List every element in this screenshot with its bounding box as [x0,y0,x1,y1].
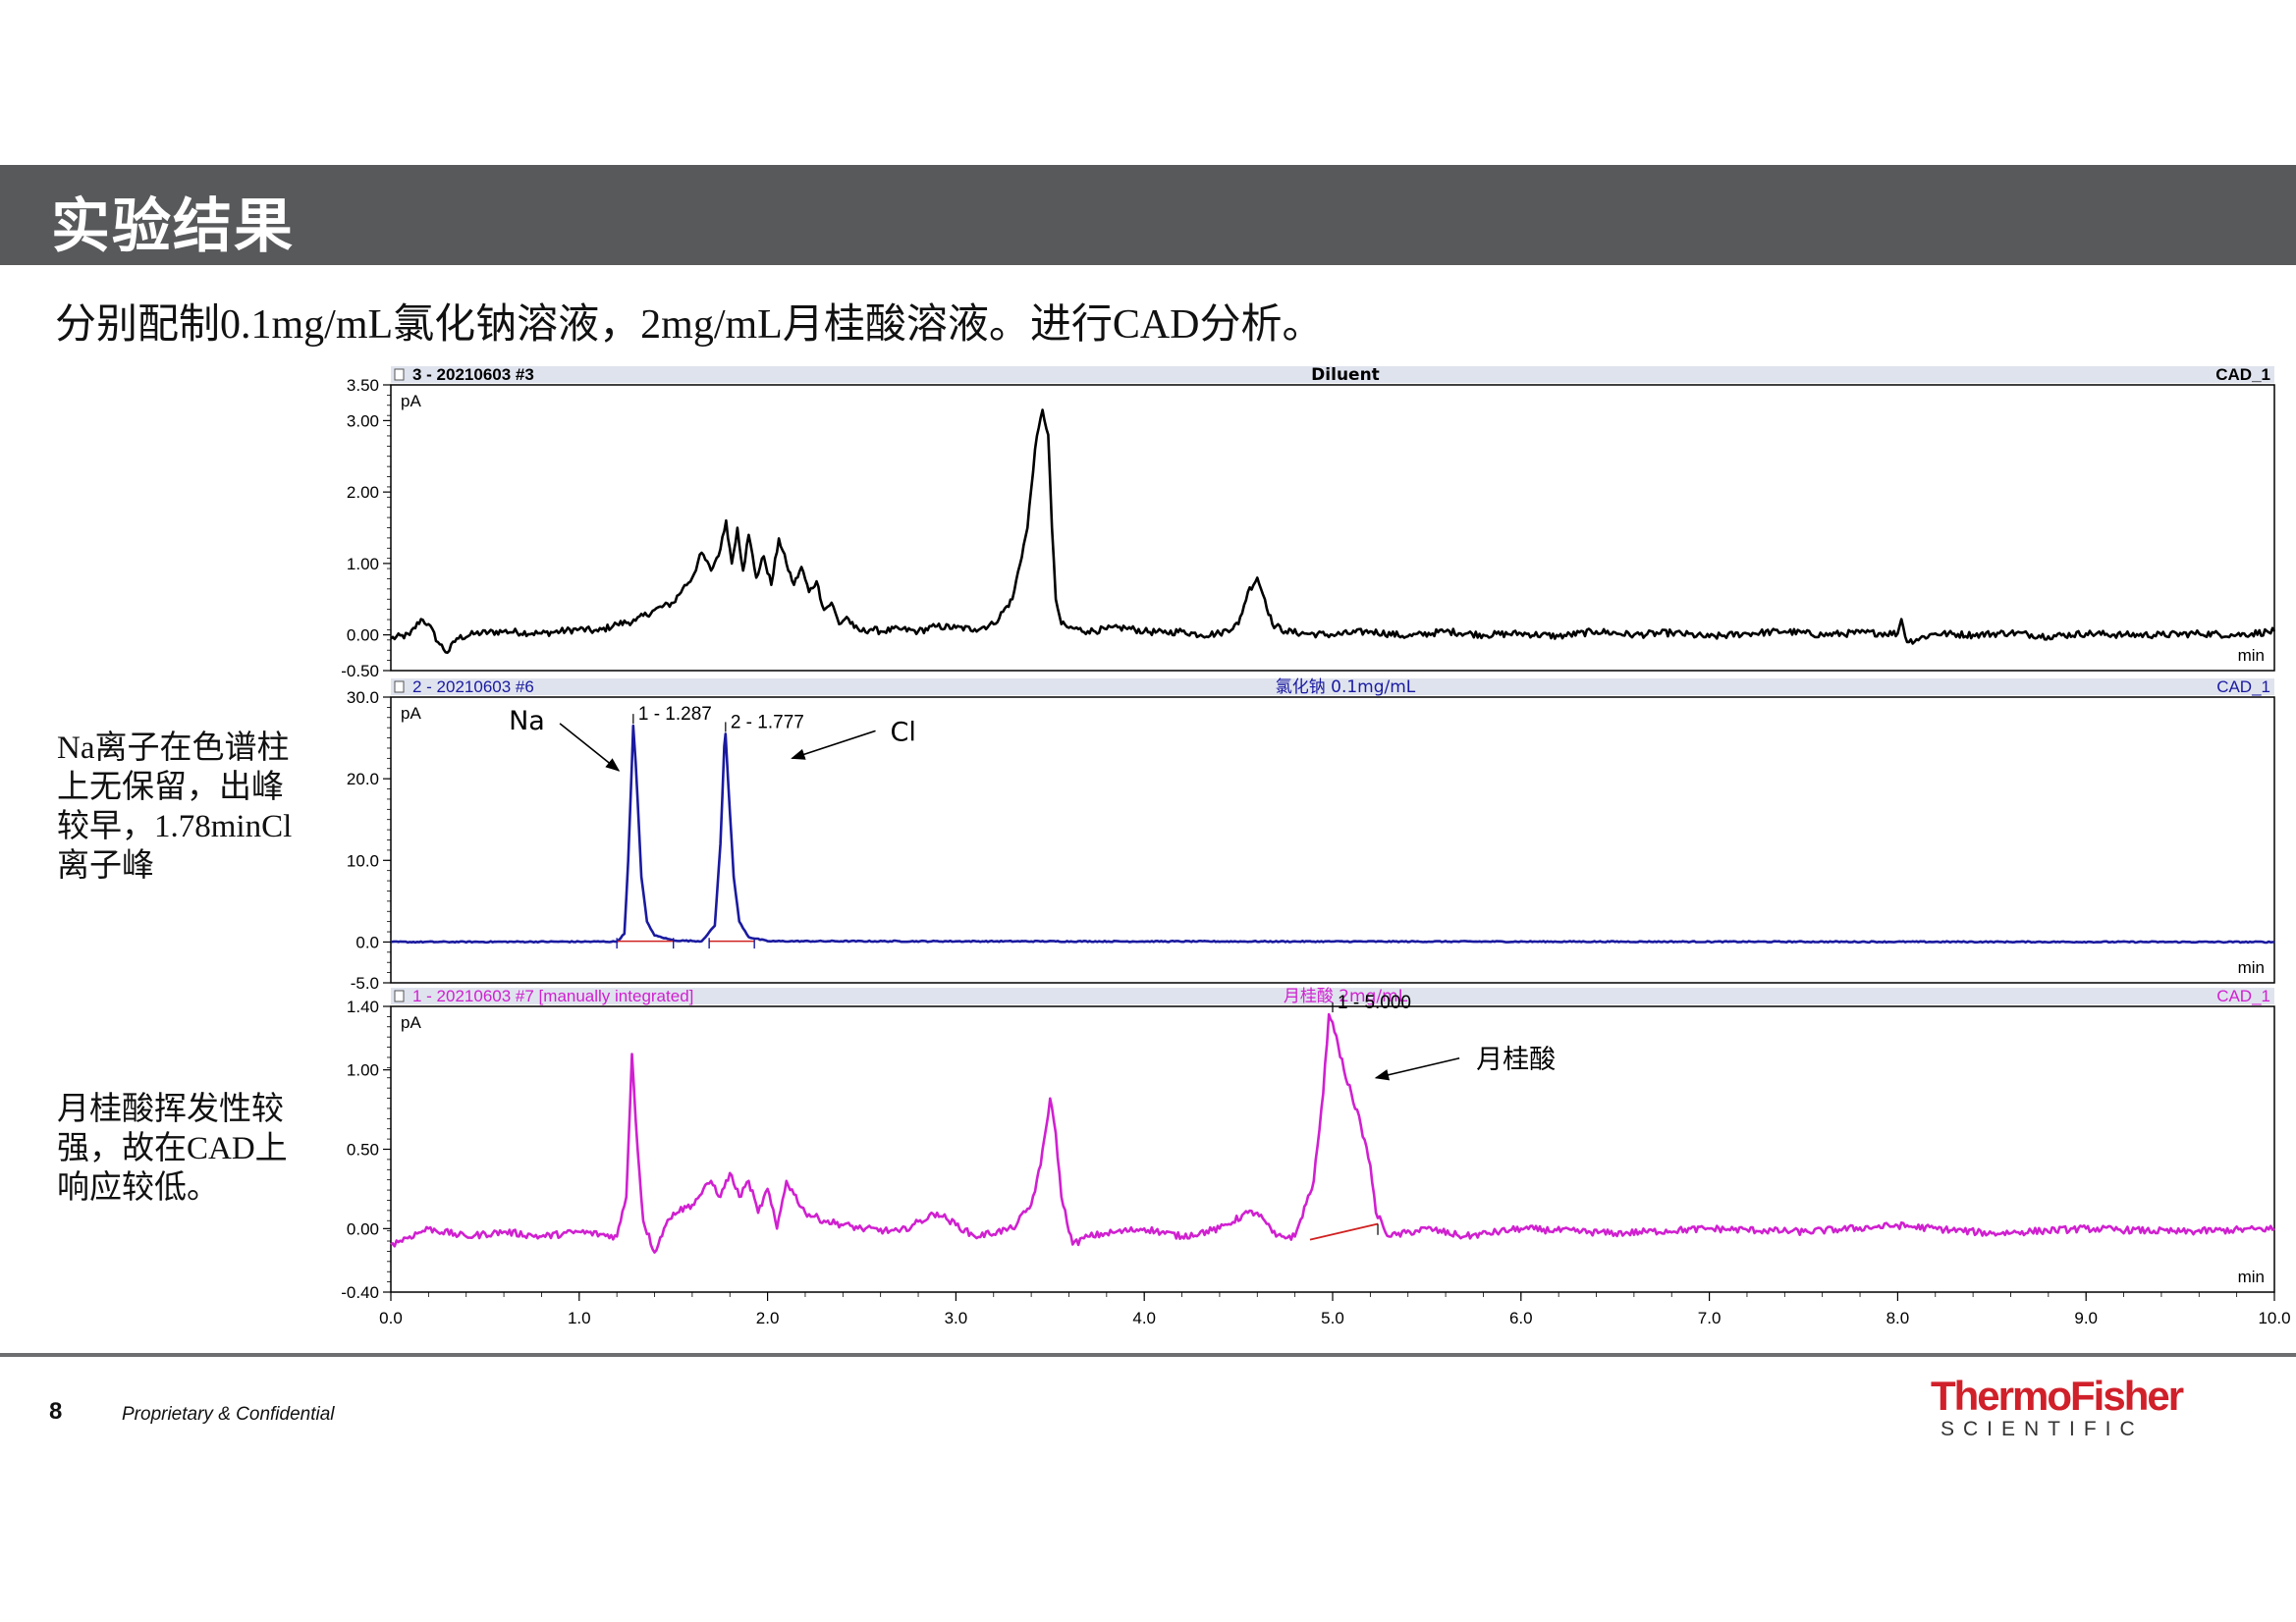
y-axis-label: pA [401,392,421,410]
panel-header-left: 1 - 20210603 #7 [manually integrated] [412,987,693,1005]
annotation-label: Cl [891,717,916,747]
x-tick-label: 4.0 [1132,1309,1156,1327]
y-tick-label: 1.00 [347,555,379,573]
y-tick-label: -0.40 [341,1283,379,1302]
x-axis-label: min [2238,646,2265,665]
y-tick-label: 0.00 [347,1219,379,1238]
page-number: 8 [49,1398,63,1425]
thermo-fisher-logo-sub: SCIENTIFIC [1941,1418,2144,1440]
y-tick-label: 3.50 [347,376,379,395]
annotation-label: Na [509,706,545,736]
x-tick-label: 7.0 [1698,1309,1722,1327]
panel-header-right: CAD_1 [2216,677,2270,696]
chromatogram-chart: 3 - 20210603 #3 Diluent CAD_1 3.50 3.00 2.00 1… [341,365,2290,1327]
y-tick-label: 0.0 [355,933,379,951]
panel-header-right: CAD_1 [2215,365,2270,384]
chromatogram-icon [394,680,405,693]
y-axis-label: pA [401,1013,421,1032]
confidential-label: Proprietary & Confidential [122,1404,335,1425]
y-tick-label: 2.00 [347,483,379,502]
peak-label: 1 - 1.287 [638,704,712,725]
footer-divider [0,1353,2296,1357]
panel-header-center: 氯化钠 0.1mg/mL [1276,677,1416,697]
x-tick-label: 0.0 [379,1309,403,1327]
y-tick-label: 20.0 [347,770,379,788]
x-tick-label: 8.0 [1886,1309,1910,1327]
peak-label: 1 - 5.000 [1338,993,1411,1013]
x-axis-label: min [2238,958,2265,977]
x-tick-label: 2.0 [756,1309,780,1327]
peak-label: 2 - 1.777 [731,712,804,732]
y-tick-label: 0.00 [347,626,379,645]
plot-frame [390,384,2275,672]
plot-frame [390,1005,2275,1293]
chromatogram-panel-3: 1 - 20210603 #7 [manually integrated] 月桂酸… [341,987,2290,1327]
x-tick-label: 6.0 [1509,1309,1533,1327]
chromatogram-panel-1: 3 - 20210603 #3 Diluent CAD_1 3.50 3.00 2.00 1… [341,365,2276,680]
x-tick-label: 9.0 [2074,1309,2098,1327]
panel-header-left: 3 - 20210603 #3 [412,365,534,384]
y-tick-label: 1.00 [347,1061,379,1080]
x-tick-label: 1.0 [568,1309,591,1327]
x-tick-label: 5.0 [1321,1309,1344,1327]
chromatogram-icon [394,990,405,1002]
y-tick-label: 1.40 [347,998,379,1016]
y-tick-label: 10.0 [347,851,379,870]
thermo-fisher-logo: ThermoFisher [1931,1373,2184,1419]
panel-header-center: Diluent [1311,365,1380,385]
y-tick-label: -5.0 [351,974,379,993]
x-tick-label: 10.0 [2258,1309,2290,1327]
y-tick-label: -0.50 [341,662,379,680]
x-axis-label: min [2238,1268,2265,1286]
y-tick-label: 3.00 [347,411,379,430]
chromatogram-icon [394,368,405,381]
y-tick-label: 0.50 [347,1141,379,1160]
panel-header-left: 2 - 20210603 #6 [412,677,534,696]
chromatogram-panel-2: 2 - 20210603 #6 氯化钠 0.1mg/mL CAD_1 30.0 20.0… [347,677,2275,993]
annotation-label: 月桂酸 [1476,1045,1556,1075]
panel-header-right: CAD_1 [2216,987,2270,1005]
x-tick-label: 3.0 [945,1309,968,1327]
y-axis-label: pA [401,704,421,723]
y-tick-label: 30.0 [347,688,379,707]
